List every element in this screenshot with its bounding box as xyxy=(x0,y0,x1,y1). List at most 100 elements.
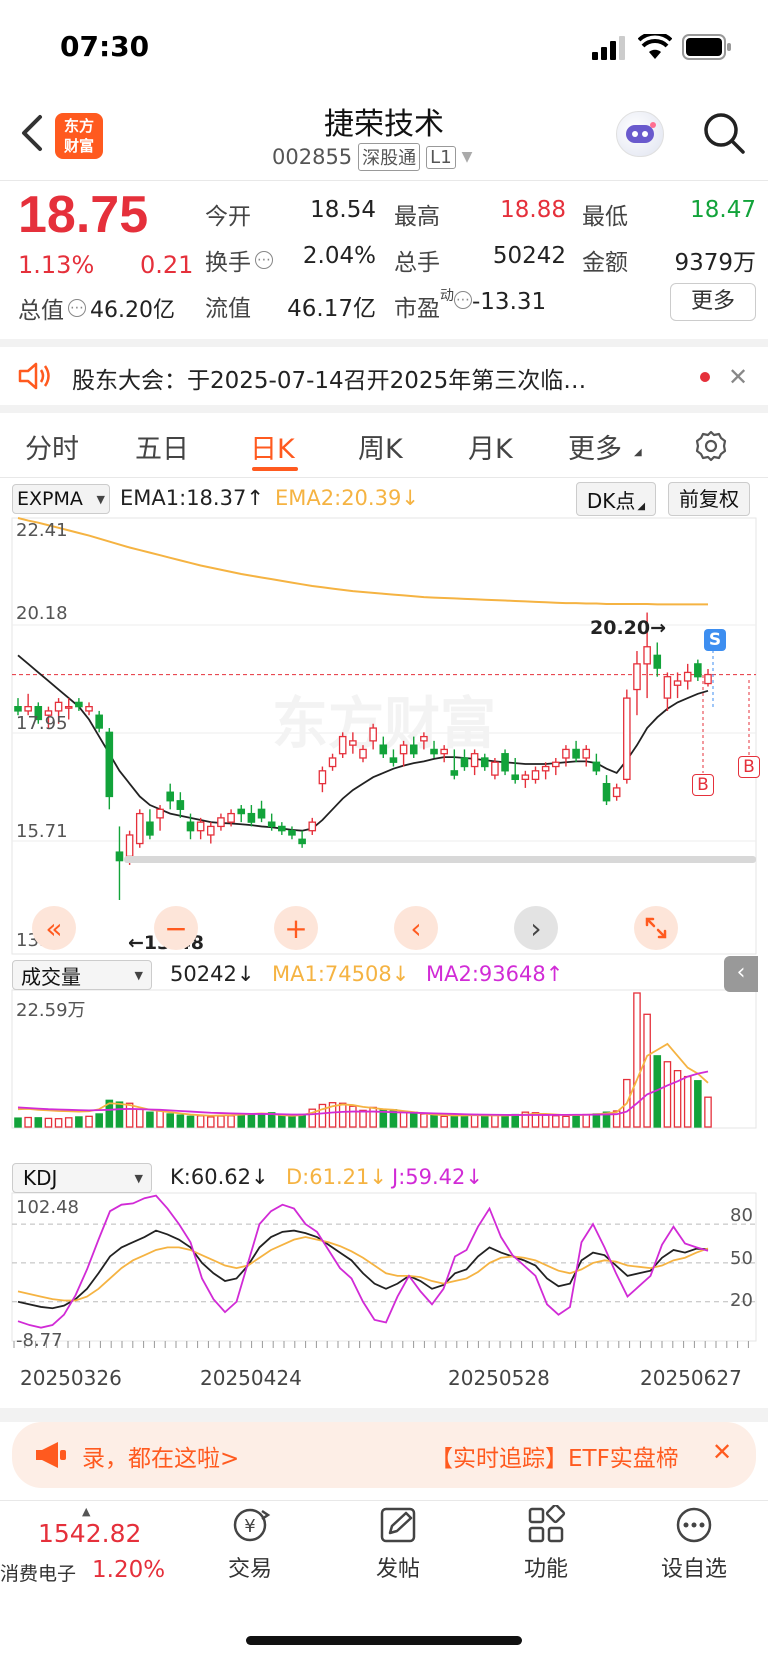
kdj-max-label: 102.48 xyxy=(16,1197,79,1218)
caret-down-icon: ▼ xyxy=(134,1171,143,1185)
low-value: 18.47 xyxy=(690,197,756,223)
candle xyxy=(186,821,195,832)
candle xyxy=(359,748,367,759)
pe-label-group: 市盈 动 ⋯ -13.31 xyxy=(394,285,546,323)
index-value: 1542.82 xyxy=(38,1519,142,1548)
zoom-out-button[interactable]: − xyxy=(154,906,198,950)
change-value: 0.21 xyxy=(140,251,194,279)
dropdown-triangle-icon[interactable]: ▼ xyxy=(462,149,473,165)
volume-bar xyxy=(115,1101,124,1128)
tab-day-k[interactable]: 日K xyxy=(250,427,295,466)
nav-functions[interactable]: 功能 xyxy=(491,1503,601,1583)
buy-signal-badge[interactable]: B xyxy=(692,774,714,796)
candle xyxy=(460,757,469,768)
volume-bar xyxy=(64,1117,73,1128)
candle xyxy=(562,748,570,759)
volume-bar xyxy=(288,1115,296,1128)
j-value: J:59.42 xyxy=(392,1165,466,1189)
notice-bar[interactable]: 股东大会：于2025-07-14召开2025年第三次临… ✕ xyxy=(0,347,768,405)
volume-bar xyxy=(399,1110,408,1128)
index-quote[interactable]: ▲ 1542.82 消费电子 1.20% xyxy=(0,1505,170,1585)
volume-value: 50242 xyxy=(170,962,237,986)
info-icon[interactable]: ⋯ xyxy=(68,299,86,317)
search-icon[interactable] xyxy=(702,111,746,159)
volume-bar xyxy=(450,1115,459,1128)
volume-bar xyxy=(369,1106,377,1128)
adjust-button[interactable]: 前复权 xyxy=(668,482,750,516)
zoom-in-button[interactable]: + xyxy=(274,906,318,950)
kdj-j-line xyxy=(17,1194,709,1329)
collapse-tab[interactable]: ‹ xyxy=(724,956,758,992)
volume-bar xyxy=(420,1113,428,1128)
nav-trade[interactable]: ¥ 交易 xyxy=(195,1505,305,1583)
sell-signal-badge[interactable]: S xyxy=(704,629,726,651)
fullscreen-icon[interactable] xyxy=(634,906,678,950)
scroll-left-button[interactable]: ‹ xyxy=(394,906,438,950)
amount-value: 9379万 xyxy=(674,250,756,276)
volume-bar xyxy=(633,992,641,1128)
volume-bar xyxy=(85,1115,93,1128)
info-icon[interactable]: ⋯ xyxy=(454,291,472,309)
grid-icon xyxy=(528,1503,566,1543)
tab-month-k[interactable]: 月K xyxy=(468,427,513,466)
indicator-select[interactable]: EXPMA ▼ xyxy=(12,484,110,514)
status-bar: 07:30 xyxy=(0,0,768,95)
open-value: 18.54 xyxy=(310,197,376,223)
chart-area[interactable]: 东方财富 xyxy=(0,515,768,1385)
buy-signal-badge[interactable]: B xyxy=(738,756,760,778)
volume-bar xyxy=(409,1111,418,1128)
assistant-avatar[interactable] xyxy=(616,111,664,157)
candle xyxy=(369,727,377,742)
scroll-right-button[interactable]: › xyxy=(514,906,558,950)
candle xyxy=(379,744,388,755)
volume-bar xyxy=(683,1075,692,1128)
kline-ylabel: 20.18 xyxy=(16,603,68,624)
nav-watchlist[interactable]: 设自选 xyxy=(639,1505,749,1583)
turnover-label: 换手 xyxy=(205,250,251,276)
scroll-left-fast-button[interactable]: « xyxy=(32,906,76,950)
mktcap-row: 总值 ⋯ 46.20亿 xyxy=(18,291,175,325)
float-value: 46.17亿 xyxy=(287,296,376,322)
news-ticker[interactable]: 录，都在这啦> 【实时追踪】ETF实盘楴 ✕ xyxy=(12,1422,756,1488)
stock-code-row: 002855 深股通 L1 ▼ xyxy=(272,143,472,171)
candle xyxy=(54,701,63,712)
volume-bar xyxy=(156,1110,164,1128)
battery-icon xyxy=(682,34,732,64)
kdj-level-label: 20 xyxy=(730,1290,753,1311)
kdj-indicator-select[interactable]: KDJ ▼ xyxy=(12,1163,152,1193)
candle xyxy=(115,851,124,862)
tab-more[interactable]: 更多 xyxy=(568,427,622,466)
settings-gear-icon[interactable] xyxy=(694,429,728,467)
x-date-label: 20250326 xyxy=(20,1366,122,1390)
dk-point-button[interactable]: DK点 ◢ xyxy=(576,482,656,516)
info-icon[interactable]: ⋯ xyxy=(255,251,273,269)
close-icon[interactable]: ✕ xyxy=(728,363,748,391)
more-button[interactable]: 更多 xyxy=(670,283,756,321)
speaker-icon xyxy=(18,361,54,395)
volume-bar xyxy=(511,1113,520,1128)
volume-bar xyxy=(298,1113,306,1128)
volume-indicator-select[interactable]: 成交量 ▼ xyxy=(12,960,152,990)
tab-five-day[interactable]: 五日 xyxy=(135,427,189,466)
d-value-group: D:61.21 ↓ xyxy=(286,1165,387,1189)
dk-point-label: DK点 xyxy=(586,488,636,513)
candle xyxy=(85,705,93,712)
candle xyxy=(531,770,540,781)
volume-bar xyxy=(541,1114,550,1128)
volume-bar xyxy=(95,1113,103,1128)
candle xyxy=(298,838,306,845)
tab-active-underline xyxy=(252,467,298,471)
volume-bar xyxy=(196,1115,205,1128)
candle xyxy=(156,808,164,819)
kdj-k-line xyxy=(17,1229,709,1310)
support-band xyxy=(124,856,756,863)
candle xyxy=(399,744,408,755)
header: 东方 财富 捷荣技术 002855 深股通 L1 ▼ xyxy=(0,95,768,180)
tab-minute[interactable]: 分时 xyxy=(25,427,79,466)
low-label: 最低 xyxy=(582,204,628,230)
nav-post[interactable]: 发帖 xyxy=(343,1505,453,1583)
tab-week-k[interactable]: 周K xyxy=(358,427,403,466)
pe-value: -13.31 xyxy=(472,289,547,315)
ticker-close-icon[interactable]: ✕ xyxy=(712,1438,732,1466)
volume-bar xyxy=(257,1113,266,1128)
